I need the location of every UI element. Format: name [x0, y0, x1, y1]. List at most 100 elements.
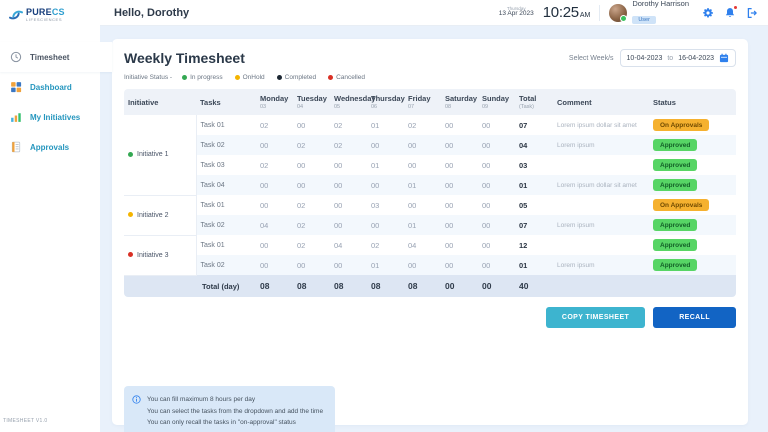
- timesheet-row: Initiative 3Task 010002040204000012Appro…: [124, 235, 736, 255]
- settings-gear-icon[interactable]: [702, 7, 714, 19]
- hours-cell[interactable]: 00: [404, 195, 441, 215]
- comment-cell[interactable]: [553, 235, 649, 255]
- comment-cell[interactable]: Lorem ipsum: [553, 255, 649, 275]
- hours-cell[interactable]: 00: [441, 255, 478, 275]
- hours-cell[interactable]: 00: [367, 215, 404, 235]
- hours-cell[interactable]: 02: [367, 235, 404, 255]
- hours-cell[interactable]: 02: [256, 155, 293, 175]
- hours-cell[interactable]: 00: [404, 135, 441, 155]
- hours-cell[interactable]: 00: [441, 235, 478, 255]
- comment-cell[interactable]: [553, 195, 649, 215]
- hours-cell[interactable]: 00: [478, 175, 515, 195]
- sidebar-item-dashboard[interactable]: Dashboard: [0, 72, 100, 102]
- task-cell[interactable]: Task 03: [196, 155, 256, 175]
- col-day: Saturday08: [441, 89, 478, 115]
- logout-icon[interactable]: [746, 7, 758, 19]
- comment-cell[interactable]: Lorem ipsum dollar sit amet: [553, 115, 649, 135]
- hours-cell[interactable]: 00: [441, 215, 478, 235]
- hours-cell[interactable]: 00: [256, 255, 293, 275]
- hours-cell[interactable]: 00: [256, 195, 293, 215]
- col-day: Monday03: [256, 89, 293, 115]
- hours-cell[interactable]: 00: [367, 135, 404, 155]
- copy-timesheet-button[interactable]: COPY TIMESHEET: [546, 307, 645, 328]
- hours-cell[interactable]: 02: [330, 115, 367, 135]
- hours-cell[interactable]: 02: [256, 115, 293, 135]
- hours-cell[interactable]: 00: [404, 155, 441, 175]
- hours-cell[interactable]: 00: [404, 255, 441, 275]
- notifications-bell-icon[interactable]: [724, 7, 736, 19]
- hours-cell[interactable]: 04: [330, 235, 367, 255]
- info-notes-box: You can fill maximum 8 hours per dayYou …: [124, 386, 335, 432]
- hours-cell[interactable]: 00: [256, 175, 293, 195]
- task-cell[interactable]: Task 02: [196, 215, 256, 235]
- hours-cell[interactable]: 00: [441, 155, 478, 175]
- hours-cell[interactable]: 00: [330, 255, 367, 275]
- sidebar-item-timesheet[interactable]: Timesheet: [0, 42, 112, 72]
- hours-cell[interactable]: 00: [256, 135, 293, 155]
- hours-cell[interactable]: 00: [293, 175, 330, 195]
- hours-cell[interactable]: 00: [330, 155, 367, 175]
- comment-cell[interactable]: Lorem ipsum: [553, 135, 649, 155]
- hours-cell[interactable]: 00: [330, 175, 367, 195]
- sidebar-item-approvals[interactable]: Approvals: [0, 132, 100, 162]
- hours-cell[interactable]: 02: [293, 235, 330, 255]
- hours-cell[interactable]: 00: [330, 215, 367, 235]
- hours-cell[interactable]: 00: [441, 135, 478, 155]
- total-day-cell: 08: [404, 275, 441, 297]
- hours-cell[interactable]: 04: [404, 235, 441, 255]
- logo[interactable]: PURECS LIFESCIENCES: [0, 0, 100, 26]
- hours-cell[interactable]: 01: [367, 255, 404, 275]
- hours-cell[interactable]: 02: [293, 195, 330, 215]
- task-total-cell: 05: [515, 195, 553, 215]
- task-cell[interactable]: Task 04: [196, 175, 256, 195]
- hours-cell[interactable]: 02: [330, 135, 367, 155]
- hours-cell[interactable]: 01: [404, 215, 441, 235]
- sidebar-nav: Timesheet DashboardMy Initiatives Approval…: [0, 42, 100, 162]
- recall-button[interactable]: RECALL: [653, 307, 736, 328]
- hours-cell[interactable]: 00: [478, 235, 515, 255]
- avatar[interactable]: [609, 4, 627, 22]
- hours-cell[interactable]: 00: [441, 115, 478, 135]
- hours-cell[interactable]: 02: [293, 135, 330, 155]
- comment-cell[interactable]: Lorem ipsum: [553, 215, 649, 235]
- hours-cell[interactable]: 01: [404, 175, 441, 195]
- total-day-cell: 00: [478, 275, 515, 297]
- hours-cell[interactable]: 00: [478, 215, 515, 235]
- hours-cell[interactable]: 00: [293, 155, 330, 175]
- hours-cell[interactable]: 02: [293, 215, 330, 235]
- hours-cell[interactable]: 00: [478, 135, 515, 155]
- task-cell[interactable]: Task 01: [196, 235, 256, 255]
- hours-cell[interactable]: 00: [256, 235, 293, 255]
- sidebar-item-label: Timesheet: [30, 53, 69, 62]
- task-cell[interactable]: Task 01: [196, 115, 256, 135]
- hours-cell[interactable]: 00: [293, 255, 330, 275]
- sidebar-item-my-initiatives[interactable]: My Initiatives: [0, 102, 100, 132]
- hours-cell[interactable]: 00: [293, 115, 330, 135]
- hours-cell[interactable]: 02: [404, 115, 441, 135]
- hours-cell[interactable]: 00: [478, 115, 515, 135]
- comment-cell[interactable]: Lorem ipsum dollar sit amet: [553, 175, 649, 195]
- hours-cell[interactable]: 00: [441, 195, 478, 215]
- hours-cell[interactable]: 04: [256, 215, 293, 235]
- user-menu[interactable]: Dorothy Harrison User: [609, 0, 689, 26]
- calendar-icon[interactable]: [719, 53, 729, 63]
- hours-cell[interactable]: 00: [478, 195, 515, 215]
- hours-cell[interactable]: 00: [441, 175, 478, 195]
- comment-cell[interactable]: [553, 155, 649, 175]
- hours-cell[interactable]: 00: [367, 175, 404, 195]
- task-cell[interactable]: Task 01: [196, 195, 256, 215]
- task-cell[interactable]: Task 02: [196, 135, 256, 155]
- week-range-field[interactable]: 10-04-2023 to 16-04-2023: [620, 49, 736, 67]
- hours-cell[interactable]: 03: [367, 195, 404, 215]
- hours-cell[interactable]: 00: [330, 195, 367, 215]
- hours-cell[interactable]: 01: [367, 155, 404, 175]
- hours-cell[interactable]: 00: [478, 255, 515, 275]
- status-cell: Approved: [649, 155, 736, 175]
- notification-dot: [733, 5, 738, 10]
- hours-cell[interactable]: 00: [478, 155, 515, 175]
- task-cell[interactable]: Task 02: [196, 255, 256, 275]
- sidebar-item-label: Approvals: [30, 143, 69, 152]
- task-total-cell: 07: [515, 215, 553, 235]
- clock: 10:25 AM: [543, 4, 591, 21]
- hours-cell[interactable]: 01: [367, 115, 404, 135]
